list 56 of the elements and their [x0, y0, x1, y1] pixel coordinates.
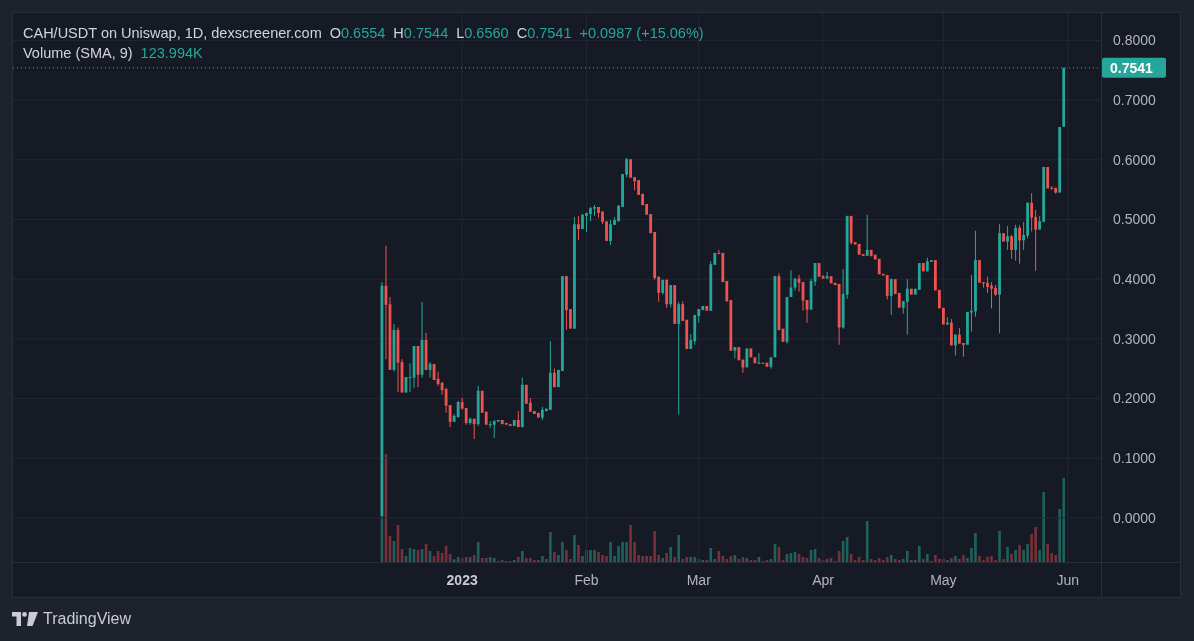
candlestick	[921, 263, 925, 272]
candlestick	[512, 419, 516, 426]
ohlc-label: H	[393, 24, 404, 43]
ohlc-value: 0.6554	[341, 24, 386, 43]
candlestick	[1058, 126, 1062, 193]
candlestick	[877, 258, 881, 275]
price-axis-label: 0.8000	[1113, 32, 1156, 49]
price-axis-label: 0.0000	[1113, 509, 1156, 526]
candlestick	[829, 276, 833, 284]
time-axis-label: May	[930, 572, 957, 588]
candlestick	[737, 347, 741, 361]
price-axis-label: 0.1000	[1113, 450, 1156, 467]
last-price-tag: 0.7541	[1102, 57, 1166, 78]
time-axis-label: 2023	[446, 572, 478, 588]
price-axis-label: 0.2000	[1113, 390, 1156, 407]
ohlc-label: C	[516, 24, 528, 43]
candlestick	[941, 307, 945, 325]
brand-name[interactable]: TradingView	[43, 610, 132, 628]
candlestick	[1002, 233, 1005, 242]
price-axis-label: 0.3000	[1113, 330, 1156, 347]
candlestick	[673, 285, 677, 324]
price-change: +0.0987 (+15.06%)	[579, 24, 704, 43]
time-axis-label: Apr	[812, 572, 834, 588]
candlestick	[749, 348, 753, 358]
candlestick	[496, 419, 500, 422]
candlestick	[1046, 166, 1050, 189]
candlestick	[873, 254, 877, 260]
candlestick	[705, 306, 709, 311]
ohlc-label: L	[456, 24, 465, 43]
candlestick	[536, 412, 540, 418]
logo-icon[interactable]	[12, 612, 38, 626]
candlestick	[966, 311, 969, 345]
time-axis-label: Mar	[686, 572, 711, 588]
time-axis-label: Jun	[1056, 572, 1079, 588]
candlestick	[933, 260, 937, 291]
ohlc-label: O	[329, 24, 341, 43]
indicator-value: 123.994K	[140, 44, 203, 63]
candlestick	[909, 288, 913, 295]
indicator-name: Volume (SMA, 9)	[23, 44, 133, 63]
ohlc-value: 0.7541	[527, 24, 572, 43]
price-axis-label: 0.6000	[1113, 151, 1156, 168]
candlestick	[978, 260, 981, 283]
candlestick	[629, 159, 632, 178]
price-axis-label: 0.5000	[1113, 211, 1156, 228]
ohlc-value: 0.7544	[403, 24, 449, 43]
time-axis-label: Feb	[574, 572, 599, 588]
candlestick	[504, 422, 508, 425]
candlestick	[500, 419, 504, 425]
ohlc-value: 0.6560	[464, 24, 509, 43]
candlestick	[937, 289, 941, 309]
candlestick	[745, 348, 749, 368]
candlestick	[857, 243, 861, 255]
price-axis-label: 0.4000	[1113, 271, 1156, 288]
ref-line-label: 0.7541	[1110, 59, 1154, 76]
symbol-title: CAH/USDT on Uniswap, 1D, dexscreener.com	[23, 24, 322, 43]
price-axis-label: 0.7000	[1113, 92, 1156, 109]
